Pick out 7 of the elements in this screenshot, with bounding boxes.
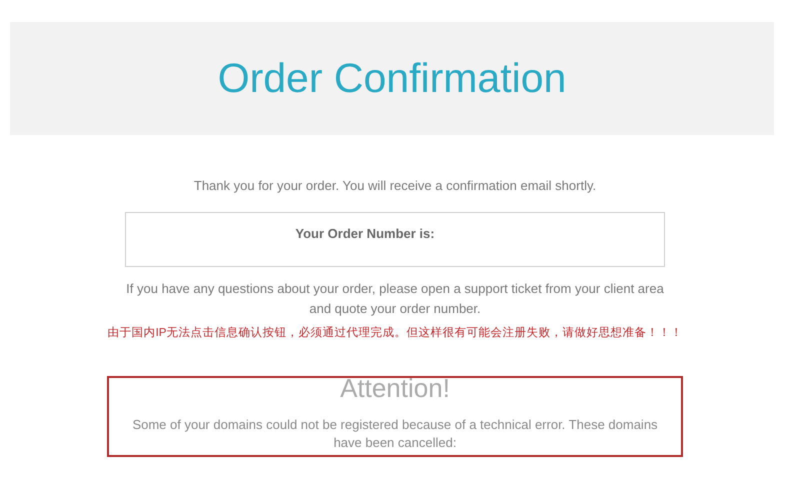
attention-message: Some of your domains could not be registered because of a technical error. These domains have been cancelled:: [131, 416, 659, 452]
attention-title: Attention!: [340, 374, 450, 402]
support-text: If you have any questions about your order, please open a support ticket from your client area and quote your order number.: [125, 280, 665, 318]
order-number-label: Your Order Number is:: [295, 224, 435, 242]
warning-text: 由于国内IP无法点击信息确认按钮，必须通过代理完成。但这样很有可能会注册失败，请做好思想准备！！！: [108, 325, 682, 340]
thank-you-text: Thank you for your order. You will receive a confirmation email shortly.: [194, 177, 596, 195]
page-title: Order Confirmation: [218, 58, 566, 99]
